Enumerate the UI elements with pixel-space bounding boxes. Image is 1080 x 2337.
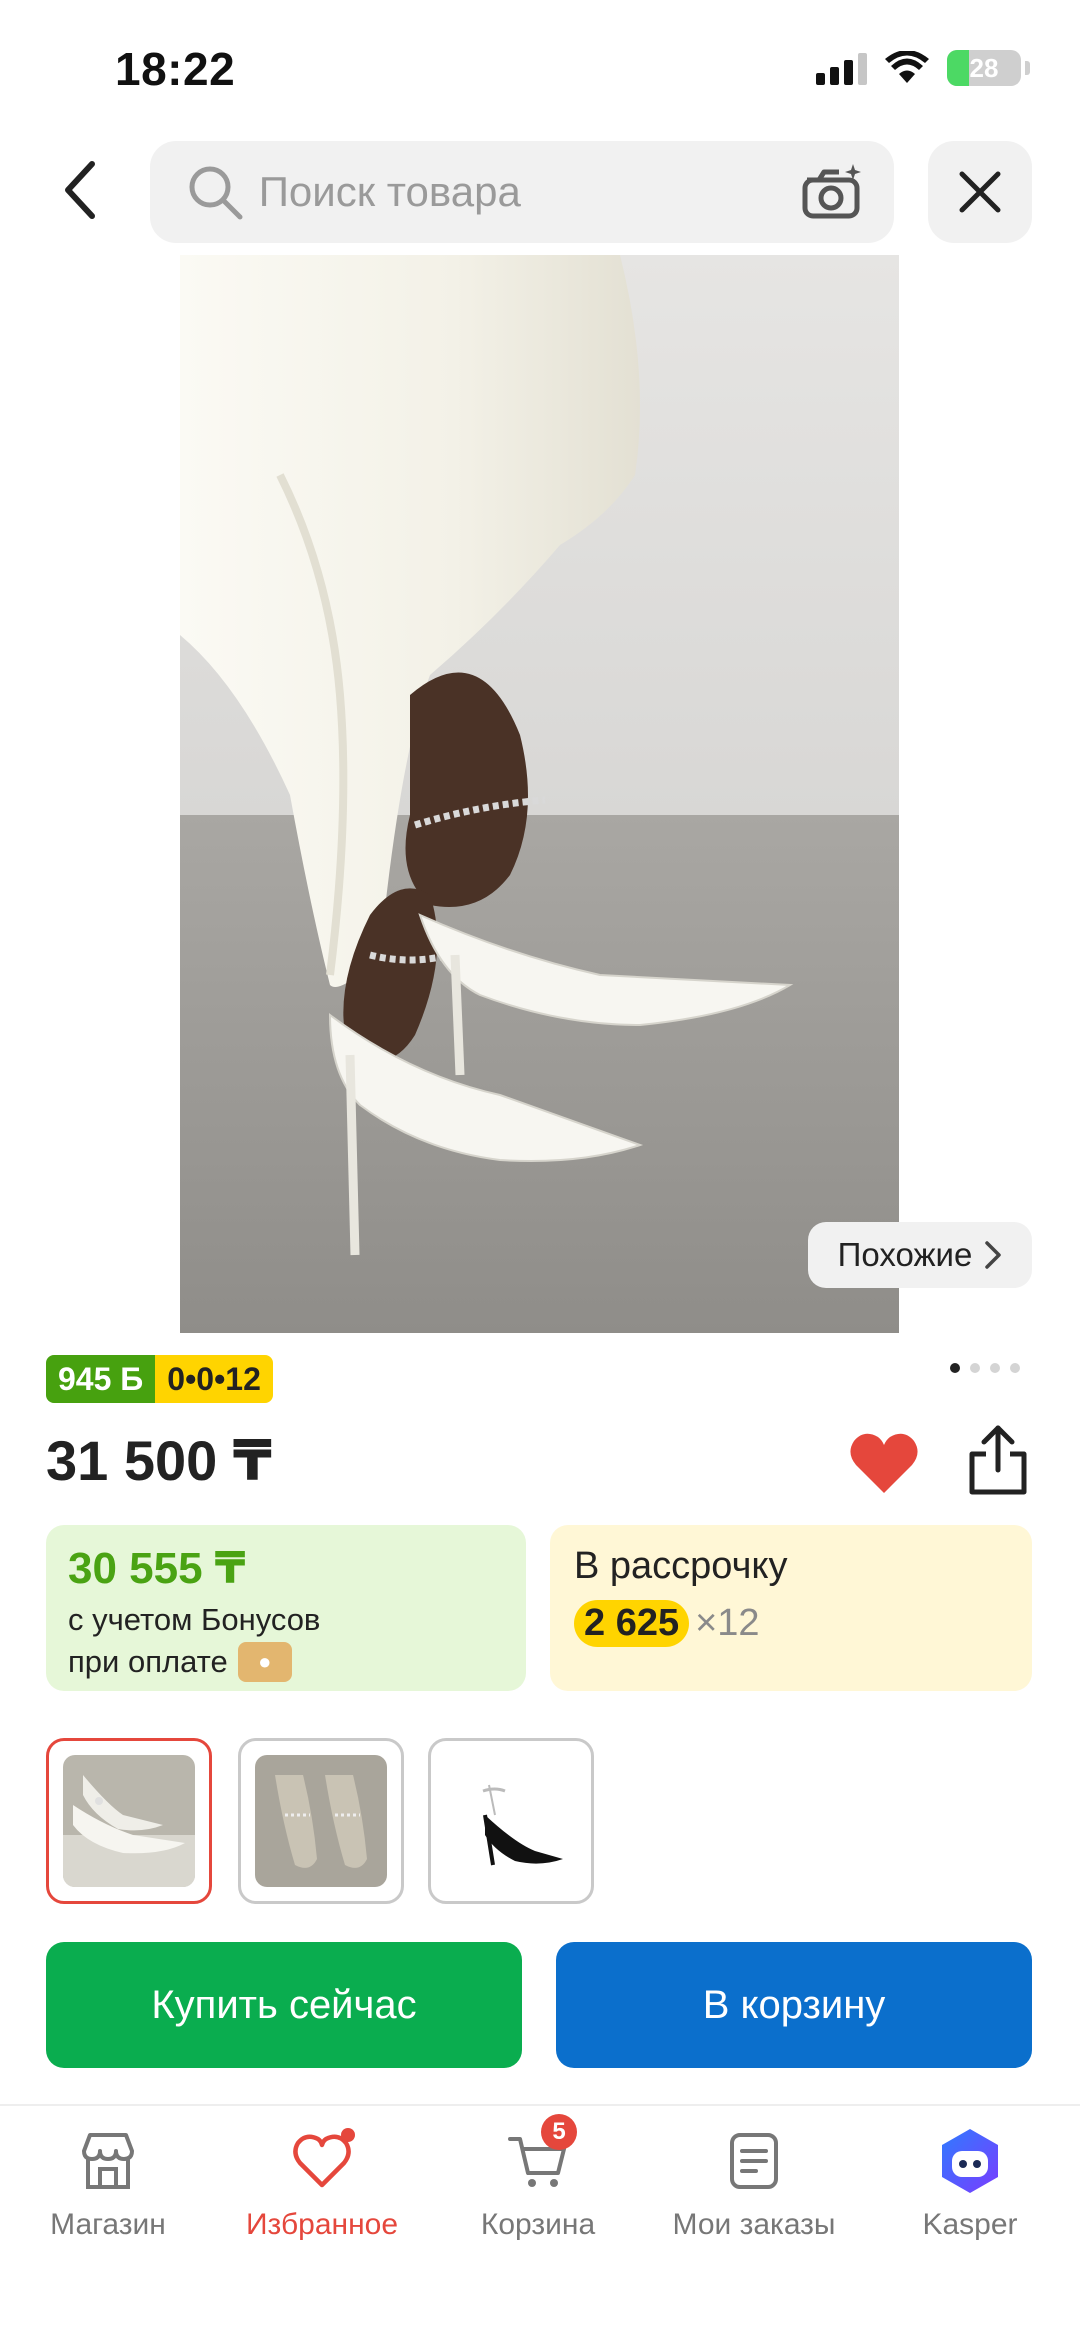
heart-filled-icon: [850, 1433, 918, 1493]
wifi-icon: [885, 51, 929, 83]
product-price: 31 500 ₸: [46, 1429, 272, 1492]
share-button[interactable]: [960, 1422, 1036, 1498]
tab-label: Kasper: [922, 2208, 1018, 2241]
installment-title: В рассрочку: [574, 1545, 788, 1587]
installment-card[interactable]: В рассрочку 2 625 ×12: [550, 1525, 1032, 1691]
pagination-dot: [970, 1363, 980, 1373]
installment-multiplier: ×12: [695, 1602, 760, 1644]
tab-label: Мои заказы: [672, 2208, 836, 2241]
promo-badges: 945 Б 0•0•12: [46, 1355, 273, 1403]
tab-label: Избранное: [245, 2208, 399, 2241]
tab-kasper[interactable]: Kasper: [870, 2126, 1070, 2242]
coin-icon: ●: [237, 1642, 292, 1682]
bonus-note: с учетом Бонусов: [68, 1602, 321, 1637]
chevron-right-icon: [985, 1241, 1002, 1269]
similar-label: Похожие: [837, 1236, 973, 1273]
tab-cart[interactable]: 5 Корзина: [438, 2114, 638, 2242]
variant-thumbnail-3[interactable]: [428, 1738, 594, 1904]
battery-level: 28: [969, 52, 999, 83]
battery-icon: 28: [947, 50, 1021, 86]
tab-orders[interactable]: Мои заказы: [654, 2126, 854, 2242]
kasper-icon: [935, 2126, 1005, 2196]
pagination-dot: [950, 1363, 960, 1373]
search-input[interactable]: [258, 168, 800, 216]
search-bar[interactable]: [150, 141, 894, 243]
shop-icon: [73, 2126, 143, 2196]
signal-icon: [816, 51, 867, 85]
bonus-badge: 945 Б: [46, 1355, 156, 1403]
similar-products-button[interactable]: Похожие: [808, 1222, 1032, 1288]
pagination-dot: [990, 1363, 1000, 1373]
bonus-price: 30 555 ₸: [68, 1544, 246, 1593]
status-icons: 28: [816, 50, 1030, 86]
chevron-left-icon: [65, 161, 95, 219]
variant-thumbnail-2[interactable]: [238, 1738, 404, 1904]
bonus-note-payment: при оплате: [68, 1644, 228, 1679]
close-icon: [959, 171, 1001, 213]
installment-amount: 2 625: [574, 1600, 690, 1647]
heart-icon: [287, 2126, 357, 2196]
pagination-dot: [1010, 1363, 1020, 1373]
bonus-price-card[interactable]: 30 555 ₸ с учетом Бонусов при оплате ●: [46, 1525, 526, 1691]
search-icon: [186, 161, 245, 223]
image-pagination: [950, 1363, 1020, 1373]
variant-thumbnail-1[interactable]: [46, 1738, 212, 1904]
notification-dot: [341, 2128, 355, 2142]
installment-badge: 0•0•12: [155, 1355, 273, 1403]
favorite-button[interactable]: [846, 1425, 922, 1501]
product-image[interactable]: [180, 255, 899, 1333]
camera-search-icon[interactable]: [800, 157, 866, 227]
cart-count-badge: 5: [541, 2114, 577, 2150]
tab-favorites[interactable]: Избранное: [222, 2126, 422, 2242]
tab-label: Магазин: [50, 2208, 166, 2241]
share-icon: [969, 1425, 1027, 1495]
buy-now-button[interactable]: Купить сейчас: [46, 1942, 522, 2068]
orders-icon: [719, 2126, 789, 2196]
tab-label: Корзина: [480, 2208, 596, 2241]
add-to-cart-button[interactable]: В корзину: [556, 1942, 1032, 2068]
bottom-tab-bar: Магазин Избранное 5 Корзина Мои заказы K…: [0, 2104, 1080, 2337]
cart-icon: 5: [503, 2114, 577, 2196]
close-button[interactable]: [928, 141, 1032, 243]
tab-shop[interactable]: Магазин: [8, 2126, 208, 2242]
back-button[interactable]: [40, 145, 120, 235]
status-time: 18:22: [115, 43, 236, 95]
